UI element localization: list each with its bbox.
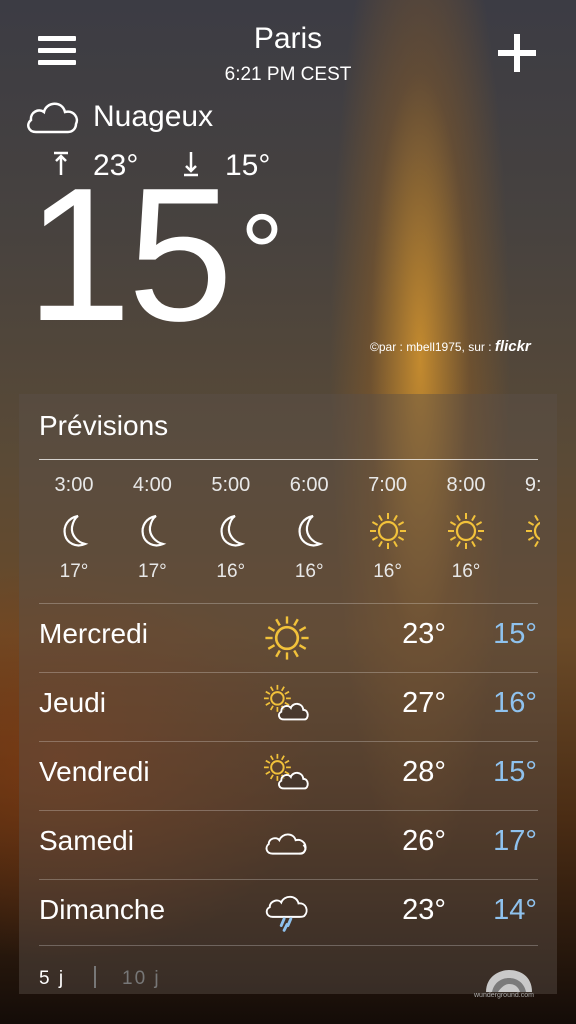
tab-10-days[interactable]: 10 j — [122, 968, 161, 990]
forecast-title: Prévisions — [39, 410, 169, 441]
hourly-item: 5:00 16° — [192, 474, 270, 583]
current-temperature: 15 — [26, 149, 233, 361]
sun-cloud-icon — [263, 683, 313, 727]
day-row[interactable]: Jeudi 27° 16° — [39, 672, 538, 741]
day-name: Jeudi — [39, 687, 106, 718]
hour-temp: 17° — [59, 561, 89, 582]
city-name[interactable]: Paris — [188, 22, 388, 56]
menu-icon[interactable] — [38, 36, 76, 66]
hour-temp: 16° — [294, 561, 324, 582]
hourly-item: 4:00 17° — [113, 474, 191, 583]
hour-temp: 16° — [216, 561, 246, 582]
hourly-item: 6:00 16° — [270, 474, 348, 583]
day-high-temp: 23° — [402, 618, 446, 650]
credit-text: par : mbell1975, sur : — [378, 340, 495, 354]
local-time: 6:21 PM CEST — [224, 64, 352, 85]
day-low-temp: 15° — [493, 618, 537, 650]
hour-temp: 16° — [451, 561, 481, 582]
day-low-temp: 16° — [493, 687, 537, 719]
day-row[interactable]: Dimanche 23° 14° — [39, 879, 538, 948]
cloud-icon — [263, 821, 313, 865]
day-name: Samedi — [39, 825, 134, 856]
condition-text: Nuageux — [93, 100, 214, 133]
sun-icon — [368, 511, 408, 551]
hourly-item: 7:00 16° — [349, 474, 427, 583]
hour-time: 5:00 — [211, 474, 251, 496]
sun-cloud-icon — [263, 752, 313, 796]
day-low-temp: 15° — [493, 756, 537, 788]
rain-icon — [263, 890, 313, 934]
hour-time: 9:00 — [524, 474, 540, 496]
hour-time: 4:00 — [132, 474, 172, 496]
day-low-temp: 17° — [493, 825, 537, 857]
add-location-icon[interactable] — [498, 34, 536, 72]
day-name: Dimanche — [39, 894, 166, 925]
divider — [39, 459, 538, 460]
tab-separator — [94, 966, 96, 988]
wunderground-text: wunderground.com — [474, 992, 534, 999]
credit-icon: © — [370, 340, 379, 354]
hour-temp: 17° — [138, 561, 167, 582]
low-temp: 15° — [225, 149, 271, 182]
hourly-item: 9:00 1 — [505, 474, 540, 583]
moon-icon — [132, 511, 172, 551]
degree-symbol: ° — [240, 192, 284, 315]
moon-icon — [211, 511, 251, 551]
day-high-temp: 23° — [402, 894, 446, 926]
day-name: Mercredi — [39, 618, 148, 649]
divider — [39, 945, 538, 946]
day-row[interactable]: Mercredi 23° 15° — [39, 603, 538, 672]
day-name: Vendredi — [39, 756, 150, 787]
day-low-temp: 14° — [493, 894, 537, 926]
hourly-item: 8:00 16° — [427, 474, 505, 583]
hour-temp: 1 — [505, 561, 540, 583]
day-row[interactable]: Vendredi 28° 15° — [39, 741, 538, 810]
flickr-logo: flickr — [494, 338, 531, 355]
hour-temp: 16° — [373, 561, 402, 582]
sun-icon — [524, 511, 540, 551]
cloud-icon — [27, 102, 79, 134]
day-high-temp: 26° — [402, 825, 446, 857]
hourly-item: 3:00 17° — [35, 474, 113, 583]
day-high-temp: 28° — [402, 756, 446, 788]
hour-time: 3:00 — [54, 474, 94, 496]
day-high-temp: 27° — [402, 687, 446, 719]
day-row[interactable]: Samedi 26° 17° — [39, 810, 538, 879]
moon-icon — [289, 511, 329, 551]
sun-icon — [263, 614, 313, 660]
tab-5-days[interactable]: 5 j — [39, 968, 65, 990]
moon-icon — [54, 511, 94, 551]
photo-credit[interactable]: ©par : mbell1975, sur : flickr — [370, 338, 531, 355]
sun-icon — [446, 511, 486, 551]
hour-time: 8:00 — [446, 474, 486, 496]
hourly-forecast[interactable]: 3:00 17° 4:00 17° 5:00 16° 6:00 16° 7:00 16° 8:00 1… — [35, 474, 540, 594]
hour-time: 7:00 — [368, 474, 408, 496]
hour-time: 6:00 — [289, 474, 329, 496]
